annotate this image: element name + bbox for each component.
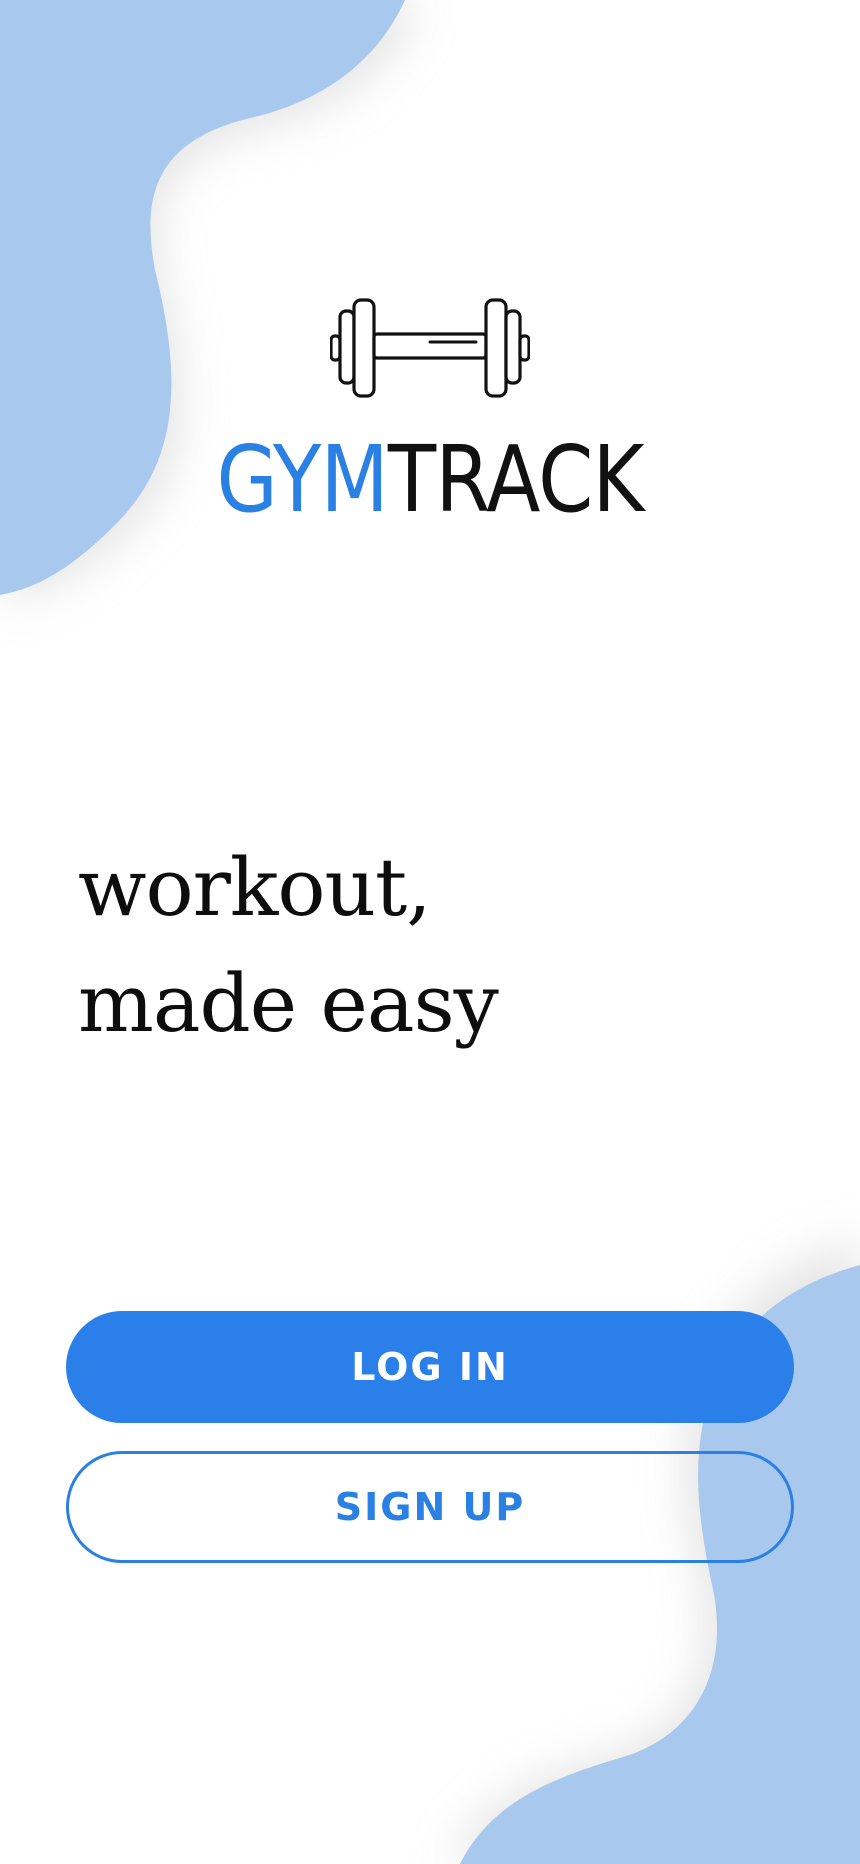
login-button[interactable]: LOG IN [66,1311,794,1423]
logo-word-track: TRACK [387,426,645,533]
dumbbell-icon [330,298,530,398]
tagline-line-2: made easy [78,957,499,1050]
tagline: workout, made easy [78,830,778,1062]
logo-word-gym: GYM [216,426,388,533]
tagline-line-1: workout, [78,841,432,934]
welcome-screen: GYMTRACK workout, made easy LOG IN SIGN … [0,0,860,1864]
app-logo-wordmark: GYMTRACK [60,430,800,530]
signup-button[interactable]: SIGN UP [66,1451,794,1563]
